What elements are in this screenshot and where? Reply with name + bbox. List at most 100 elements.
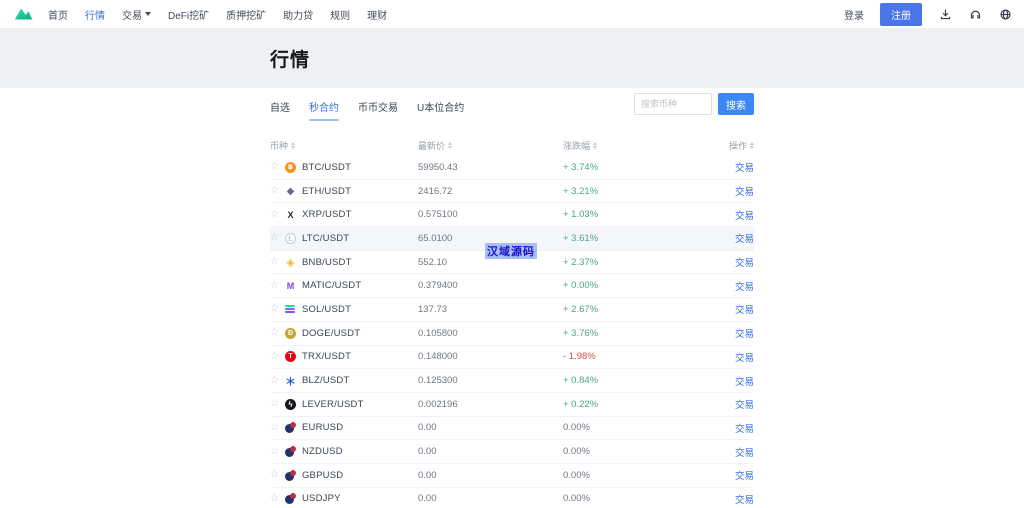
nav-item-rules[interactable]: 规则 [330,7,350,22]
symbol-cell: ☆ Ð DOGE/USDT [270,327,418,339]
nav-item-defi-mining[interactable]: DeFi挖矿 [168,7,209,22]
change-percent: + 0.22% [563,398,599,410]
table-row[interactable]: ☆ EURUSD 0.00 0.00% 交易 [270,417,754,441]
trade-link[interactable]: 交易 [702,255,754,269]
table-row[interactable]: ☆ X XRP/USDT 0.575100 + 1.03% 交易 [270,203,754,228]
header-action[interactable]: 操作 [702,139,754,152]
favorite-star-icon[interactable]: ☆ [270,233,279,243]
register-button[interactable]: 注册 [880,2,922,26]
trade-link[interactable]: 交易 [702,279,754,293]
trade-link[interactable]: 交易 [702,397,754,411]
headset-icon[interactable] [968,7,982,21]
trade-link[interactable]: 交易 [702,326,754,340]
trade-link[interactable]: 交易 [702,445,754,459]
table-row[interactable]: ☆ ฿ BTC/USDT 59950.43 + 3.74% 交易 [270,156,754,180]
nav-item-staking[interactable]: 质押挖矿 [226,7,266,22]
trade-link[interactable]: 交易 [702,374,754,388]
favorite-star-icon[interactable]: ☆ [270,162,279,172]
trade-link[interactable]: 交易 [702,350,754,364]
nav-item-home[interactable]: 首页 [48,7,68,22]
favorite-star-icon[interactable]: ☆ [270,446,279,457]
trade-link[interactable]: 交易 [702,160,754,174]
tab-favorites[interactable]: 自选 [270,99,290,121]
table-row[interactable]: ☆ ◆ ETH/USDT 2416.72 + 3.21% 交易 [270,180,754,204]
login-link[interactable]: 登录 [844,7,864,22]
header-change-label: 涨跌幅 [563,140,591,151]
nav-item-trade-label: 交易 [122,10,142,22]
trade-link[interactable]: 交易 [702,468,754,482]
last-price: 2416.72 [418,185,453,197]
last-price: 137.73 [418,303,448,315]
trade-link[interactable]: 交易 [702,208,754,222]
trade-link[interactable]: 交易 [702,302,754,316]
change-percent: + 3.74% [563,161,599,173]
globe-icon[interactable] [998,7,1012,21]
watermark-text: 汉域源码 [485,243,537,259]
tab-spot[interactable]: 币币交易 [358,99,398,121]
lever-coin-icon: ϟ [284,398,296,410]
symbol-cell: ☆ USDJPY [270,493,418,505]
trade-link[interactable]: 交易 [702,492,754,506]
download-icon[interactable] [938,7,952,21]
nav-item-markets[interactable]: 行情 [85,7,105,22]
table-row[interactable]: ☆ SOL/USDT 137.73 + 2.67% 交易 [270,298,754,322]
favorite-star-icon[interactable]: ☆ [270,493,279,504]
pair-name: LTC/USDT [301,232,350,244]
favorite-star-icon[interactable]: ☆ [270,328,279,338]
table-row[interactable]: ☆ GBPUSD 0.00 0.00% 交易 [270,464,754,488]
tab-usdt-contract[interactable]: U本位合约 [417,99,464,121]
symbol-cell: ☆ NZDUSD [270,446,418,458]
nav-item-loan[interactable]: 助力贷 [283,7,313,22]
change-percent: - 1.98% [563,351,596,363]
favorite-star-icon[interactable]: ☆ [270,399,279,409]
pair-name: BTC/USDT [301,161,352,173]
favorite-star-icon[interactable]: ☆ [270,470,279,480]
trade-link[interactable]: 交易 [702,184,754,198]
header-change[interactable]: 涨跌幅 [563,139,702,152]
favorite-star-icon[interactable]: ☆ [270,304,279,314]
change-percent: 0.00% [563,493,590,505]
favorite-star-icon[interactable]: ☆ [270,351,279,362]
quotes-table: 币种 最新价 涨跌幅 操作 ☆ ฿ BTC/USDT 59950.43 + 3.74% 交… [270,134,754,508]
favorite-star-icon[interactable]: ☆ [270,257,279,267]
tab-second-contract[interactable]: 秒合约 [309,99,339,121]
search-input[interactable] [634,93,712,115]
table-row[interactable]: ☆ T TRX/USDT 0.148000 - 1.98% 交易 [270,346,754,370]
header-symbol[interactable]: 币种 [270,139,418,152]
page-header-band: 行情 [0,28,1024,88]
trade-link[interactable]: 交易 [702,231,754,245]
fx-coin-icon [284,469,296,481]
sort-icon [750,141,754,149]
pair-name: BNB/USDT [301,256,352,268]
table-row[interactable]: ☆ NZDUSD 0.00 0.00% 交易 [270,440,754,464]
change-percent: + 3.61% [563,232,599,244]
search-button[interactable]: 搜索 [718,93,754,115]
table-row[interactable]: ☆ M MATIC/USDT 0.379400 + 0.00% 交易 [270,274,754,299]
change-percent: + 2.37% [563,256,599,268]
table-row[interactable]: ☆ Ð DOGE/USDT 0.105800 + 3.76% 交易 [270,322,754,346]
favorite-star-icon[interactable]: ☆ [270,209,279,220]
table-row[interactable]: ☆ ϟ LEVER/USDT 0.002196 + 0.22% 交易 [270,393,754,417]
last-price: 0.105800 [418,327,458,339]
pair-name: SOL/USDT [301,303,352,315]
symbol-cell: ☆ M MATIC/USDT [270,280,418,291]
brand-logo-icon[interactable] [12,5,34,23]
table-row[interactable]: ☆ USDJPY 0.00 0.00% 交易 [270,488,754,508]
top-right-actions: 登录 注册 [844,2,1012,26]
favorite-star-icon[interactable]: ☆ [270,186,279,196]
favorite-star-icon[interactable]: ☆ [270,280,279,291]
header-price[interactable]: 最新价 [418,139,563,152]
last-price: 0.148000 [418,351,458,363]
last-price: 0.002196 [418,398,458,410]
last-price: 0.379400 [418,280,458,292]
change-percent: + 0.84% [563,375,599,387]
favorite-star-icon[interactable]: ☆ [270,422,279,433]
table-row[interactable]: ☆ ＊ BLZ/USDT 0.125300 + 0.84% 交易 [270,369,754,393]
xrp-coin-icon: X [287,209,294,220]
last-price: 0.00 [418,493,437,505]
pair-name: EURUSD [301,422,344,434]
nav-item-trade[interactable]: 交易 [122,7,151,22]
nav-item-wealth[interactable]: 理财 [367,7,387,22]
trade-link[interactable]: 交易 [702,421,754,435]
favorite-star-icon[interactable]: ☆ [270,375,279,386]
